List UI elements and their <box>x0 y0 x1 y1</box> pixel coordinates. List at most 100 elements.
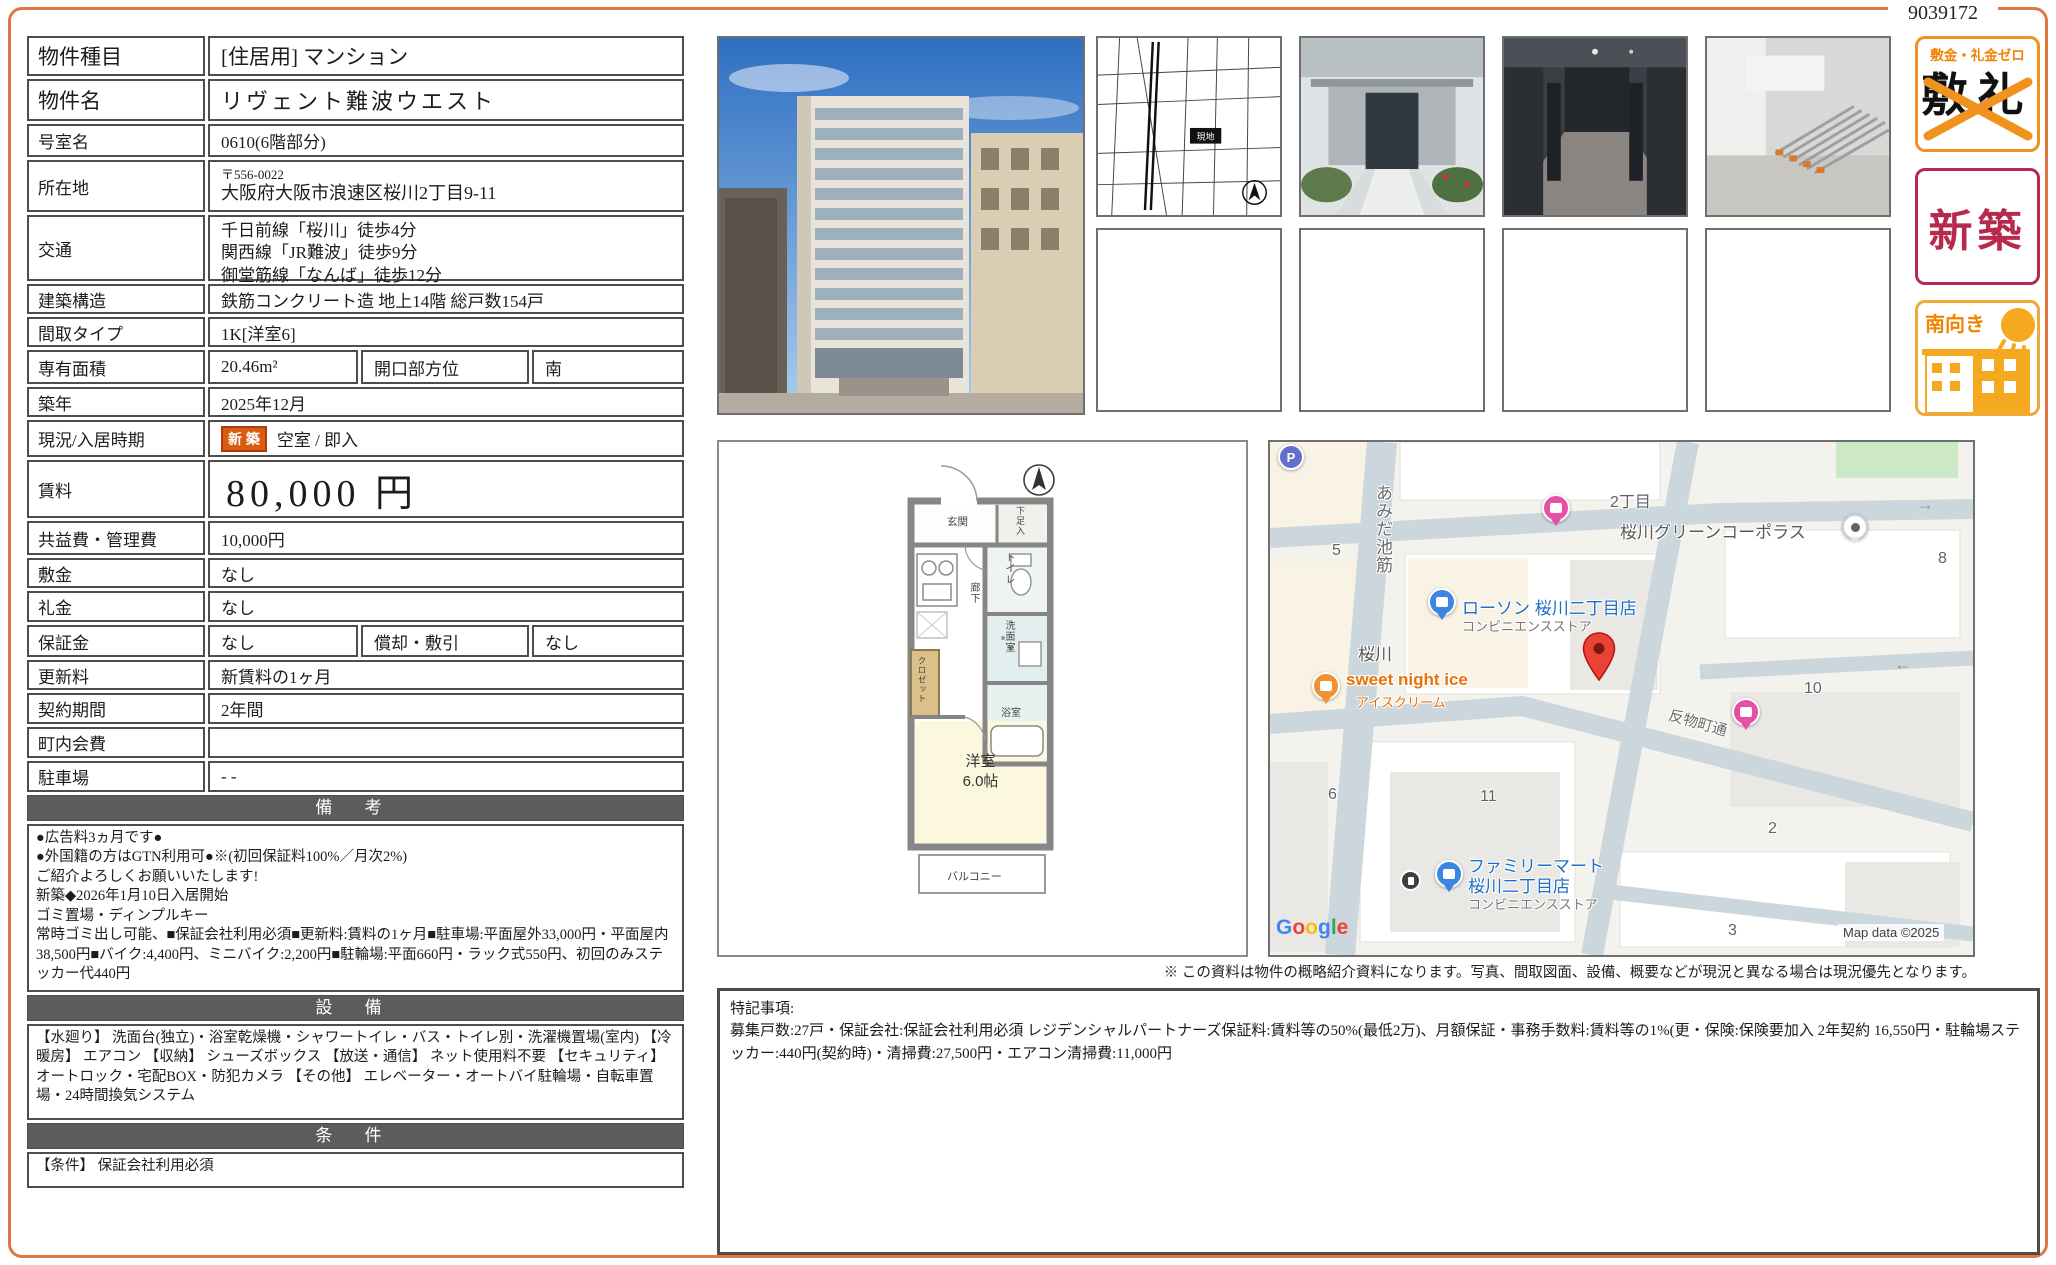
row-label: 現況/入居時期 <box>27 420 205 457</box>
table-row-deposit: 敷金 なし <box>27 558 684 588</box>
row-label: 契約期間 <box>27 693 205 724</box>
row-label: 号室名 <box>27 124 205 157</box>
floorplan-bath-label: 浴室 <box>1001 704 1021 719</box>
map-street-amidaike-label: あみだ池筋 <box>1370 484 1395 574</box>
badge-zero-deposit: 敷金・礼金ゼロ 敷礼 <box>1915 36 2040 152</box>
photo-hallway <box>1502 36 1688 217</box>
row-label: 敷金 <box>27 558 205 588</box>
row-label: 駐車場 <box>27 761 205 792</box>
row-value: 2025年12月 <box>208 387 684 417</box>
row-value: 千日前線「桜川」徒歩4分 関西線「JR難波」徒歩9分 御堂筋線「なんば」徒歩12… <box>208 215 684 281</box>
row-label: 所在地 <box>27 160 205 212</box>
map-block-2: 2 <box>1768 820 1777 838</box>
table-row-rent: 賃料 80,000 円 <box>27 460 684 518</box>
map-sweet-type: アイスクリーム <box>1356 692 1446 711</box>
row-label: 更新料 <box>27 660 205 690</box>
table-row-guarantee: 保証金 なし 償却・敷引 なし <box>27 625 684 657</box>
row-value: 1K[洋室6] <box>208 317 684 347</box>
status-text: 空室 / 即入 <box>277 426 358 451</box>
floorplan-shoes-label: 下足入 <box>1014 506 1027 536</box>
google-letter: g <box>1318 916 1331 939</box>
new-build-inline-badge: 新 築 <box>221 426 267 452</box>
special-notes-panel: 特記事項: 募集戸数:27戸・保証会社:保証会社利用必須 レジデンシャルパートナ… <box>717 988 2040 1255</box>
table-row-layout-type: 間取タイプ 1K[洋室6] <box>27 317 684 347</box>
row-value: 0610(6階部分) <box>208 124 684 157</box>
equipment-body: 【水廻り】 洗面台(独立)・浴室乾燥機・シャワートイレ・バス・トイレ別・洗濯機置… <box>27 1024 684 1120</box>
map-block-8: 8 <box>1938 550 1947 568</box>
sweet-night-ice-pin-icon <box>1312 672 1340 700</box>
photo-site-sketch-map: 現地 <box>1096 36 1282 217</box>
parking-pin-icon: P <box>1278 444 1304 470</box>
map-arrow-left-icon: ← <box>1894 654 1912 675</box>
map-area-sakuragawa-label: 桜川 <box>1358 640 1392 665</box>
row-value <box>208 727 684 758</box>
photo-placeholder-3 <box>1502 228 1688 412</box>
google-letter: o <box>1305 916 1318 939</box>
building-exterior-illustration <box>719 38 1083 413</box>
row-label: 専有面積 <box>27 350 205 384</box>
badge-south-facing: 南向き <box>1915 300 2040 416</box>
row-label: 物件種目 <box>27 36 205 76</box>
hotel-pin-icon-1 <box>1542 494 1570 522</box>
map-lawson-type: コンビニエンスストア <box>1462 616 1592 635</box>
property-table: 物件種目 [住居用] マンション 物件名 リヴェント難波ウエスト 号室名 061… <box>27 36 684 1191</box>
conditions-body: 【条件】 保証会社利用必須 <box>27 1152 684 1188</box>
floorplan-balcony-label: バルコニー <box>947 868 1002 884</box>
map-district-label: 2丁目 <box>1610 488 1651 512</box>
table-row-contract-term: 契約期間 2年間 <box>27 693 684 724</box>
amortization-value: なし <box>532 625 684 657</box>
row-value: 10,000円 <box>208 521 684 555</box>
badge-new-construction: 新築 <box>1915 168 2040 285</box>
store-glyph <box>1443 869 1455 879</box>
row-label: 町内会費 <box>27 727 205 758</box>
row-label: 間取タイプ <box>27 317 205 347</box>
remarks-header: 備 考 <box>27 795 684 821</box>
conditions-header: 条 件 <box>27 1123 684 1149</box>
table-row-common-fee: 共益費・管理費 10,000円 <box>27 521 684 555</box>
row-value: [住居用] マンション <box>208 36 684 76</box>
google-letter: e <box>1337 916 1349 939</box>
bed-glyph <box>1740 707 1752 717</box>
document-number: 9039172 <box>1888 0 1998 26</box>
floorplan-room-label: 洋室 6.0帖 <box>911 752 1050 793</box>
table-row-parking: 駐車場 - - <box>27 761 684 792</box>
equipment-header: 設 備 <box>27 995 684 1021</box>
property-location-marker-icon <box>1582 632 1616 682</box>
parking-glyph: P <box>1287 450 1296 465</box>
table-row-area: 専有面積 20.46m² 開口部方位 南 <box>27 350 684 384</box>
site-label: 現地 <box>1197 131 1215 142</box>
bed-glyph <box>1550 503 1562 513</box>
table-row-renewal-fee: 更新料 新賃料の1ヶ月 <box>27 660 684 690</box>
remarks-body: ●広告料3ヵ月です● ●外国籍の方はGTN利用可●※(初回保証料100%／月次2… <box>27 824 684 992</box>
photo-placeholder-2 <box>1299 228 1485 412</box>
facing-label: 開口部方位 <box>361 350 529 384</box>
table-row-structure: 建築構造 鉄筋コンクリート造 地上14階 総戸数154戸 <box>27 284 684 314</box>
special-notes-body: 募集戸数:27戸・保証会社:保証会社利用必須 レジデンシャルパートナーズ保証料:… <box>730 1020 2027 1065</box>
google-logo: Google <box>1276 916 1348 940</box>
map-block-3: 3 <box>1728 922 1737 940</box>
store-glyph <box>1436 597 1448 607</box>
map-disclaimer: ※ この資料は物件の概略紹介資料になります。写真、間取図面、設備、概要などが現況… <box>900 961 1976 982</box>
cross-out-icon <box>1922 76 2034 142</box>
map-poi-corporas-label: 桜川グリーンコーポラス <box>1620 518 1806 543</box>
entrance-illustration <box>1301 38 1483 215</box>
floorplan-closet-label: クロゼット <box>916 656 928 704</box>
table-row-key-money: 礼金 なし <box>27 591 684 622</box>
row-label: 交通 <box>27 215 205 281</box>
photo-building-exterior <box>717 36 1085 415</box>
area-value: 20.46m² <box>208 350 358 384</box>
google-map: 2丁目 あみだ池筋 反物町通 桜川 桜川グリーンコーポラス → ← 5 8 10… <box>1268 440 1975 957</box>
table-row-neighborhood-fee: 町内会費 <box>27 727 684 758</box>
hallway-illustration <box>1504 38 1686 215</box>
map-block-10: 10 <box>1804 680 1822 698</box>
row-value: 〒556-0022 大阪府大阪市浪速区桜川2丁目9-11 <box>208 160 684 212</box>
floorplan-toilet-label: トイレ <box>1001 552 1016 585</box>
row-label: 保証金 <box>27 625 205 657</box>
hotel-pin-icon-2 <box>1732 698 1760 726</box>
google-letter: o <box>1292 916 1305 939</box>
floorplan-washroom-label: 洗面室 <box>1001 620 1016 653</box>
row-value: 新賃料の1ヶ月 <box>208 660 684 690</box>
lawson-pin-icon <box>1428 588 1456 616</box>
floorplan-corridor-label: 廊下 <box>966 582 981 604</box>
map-arrow-right-icon: → <box>1916 494 1934 515</box>
